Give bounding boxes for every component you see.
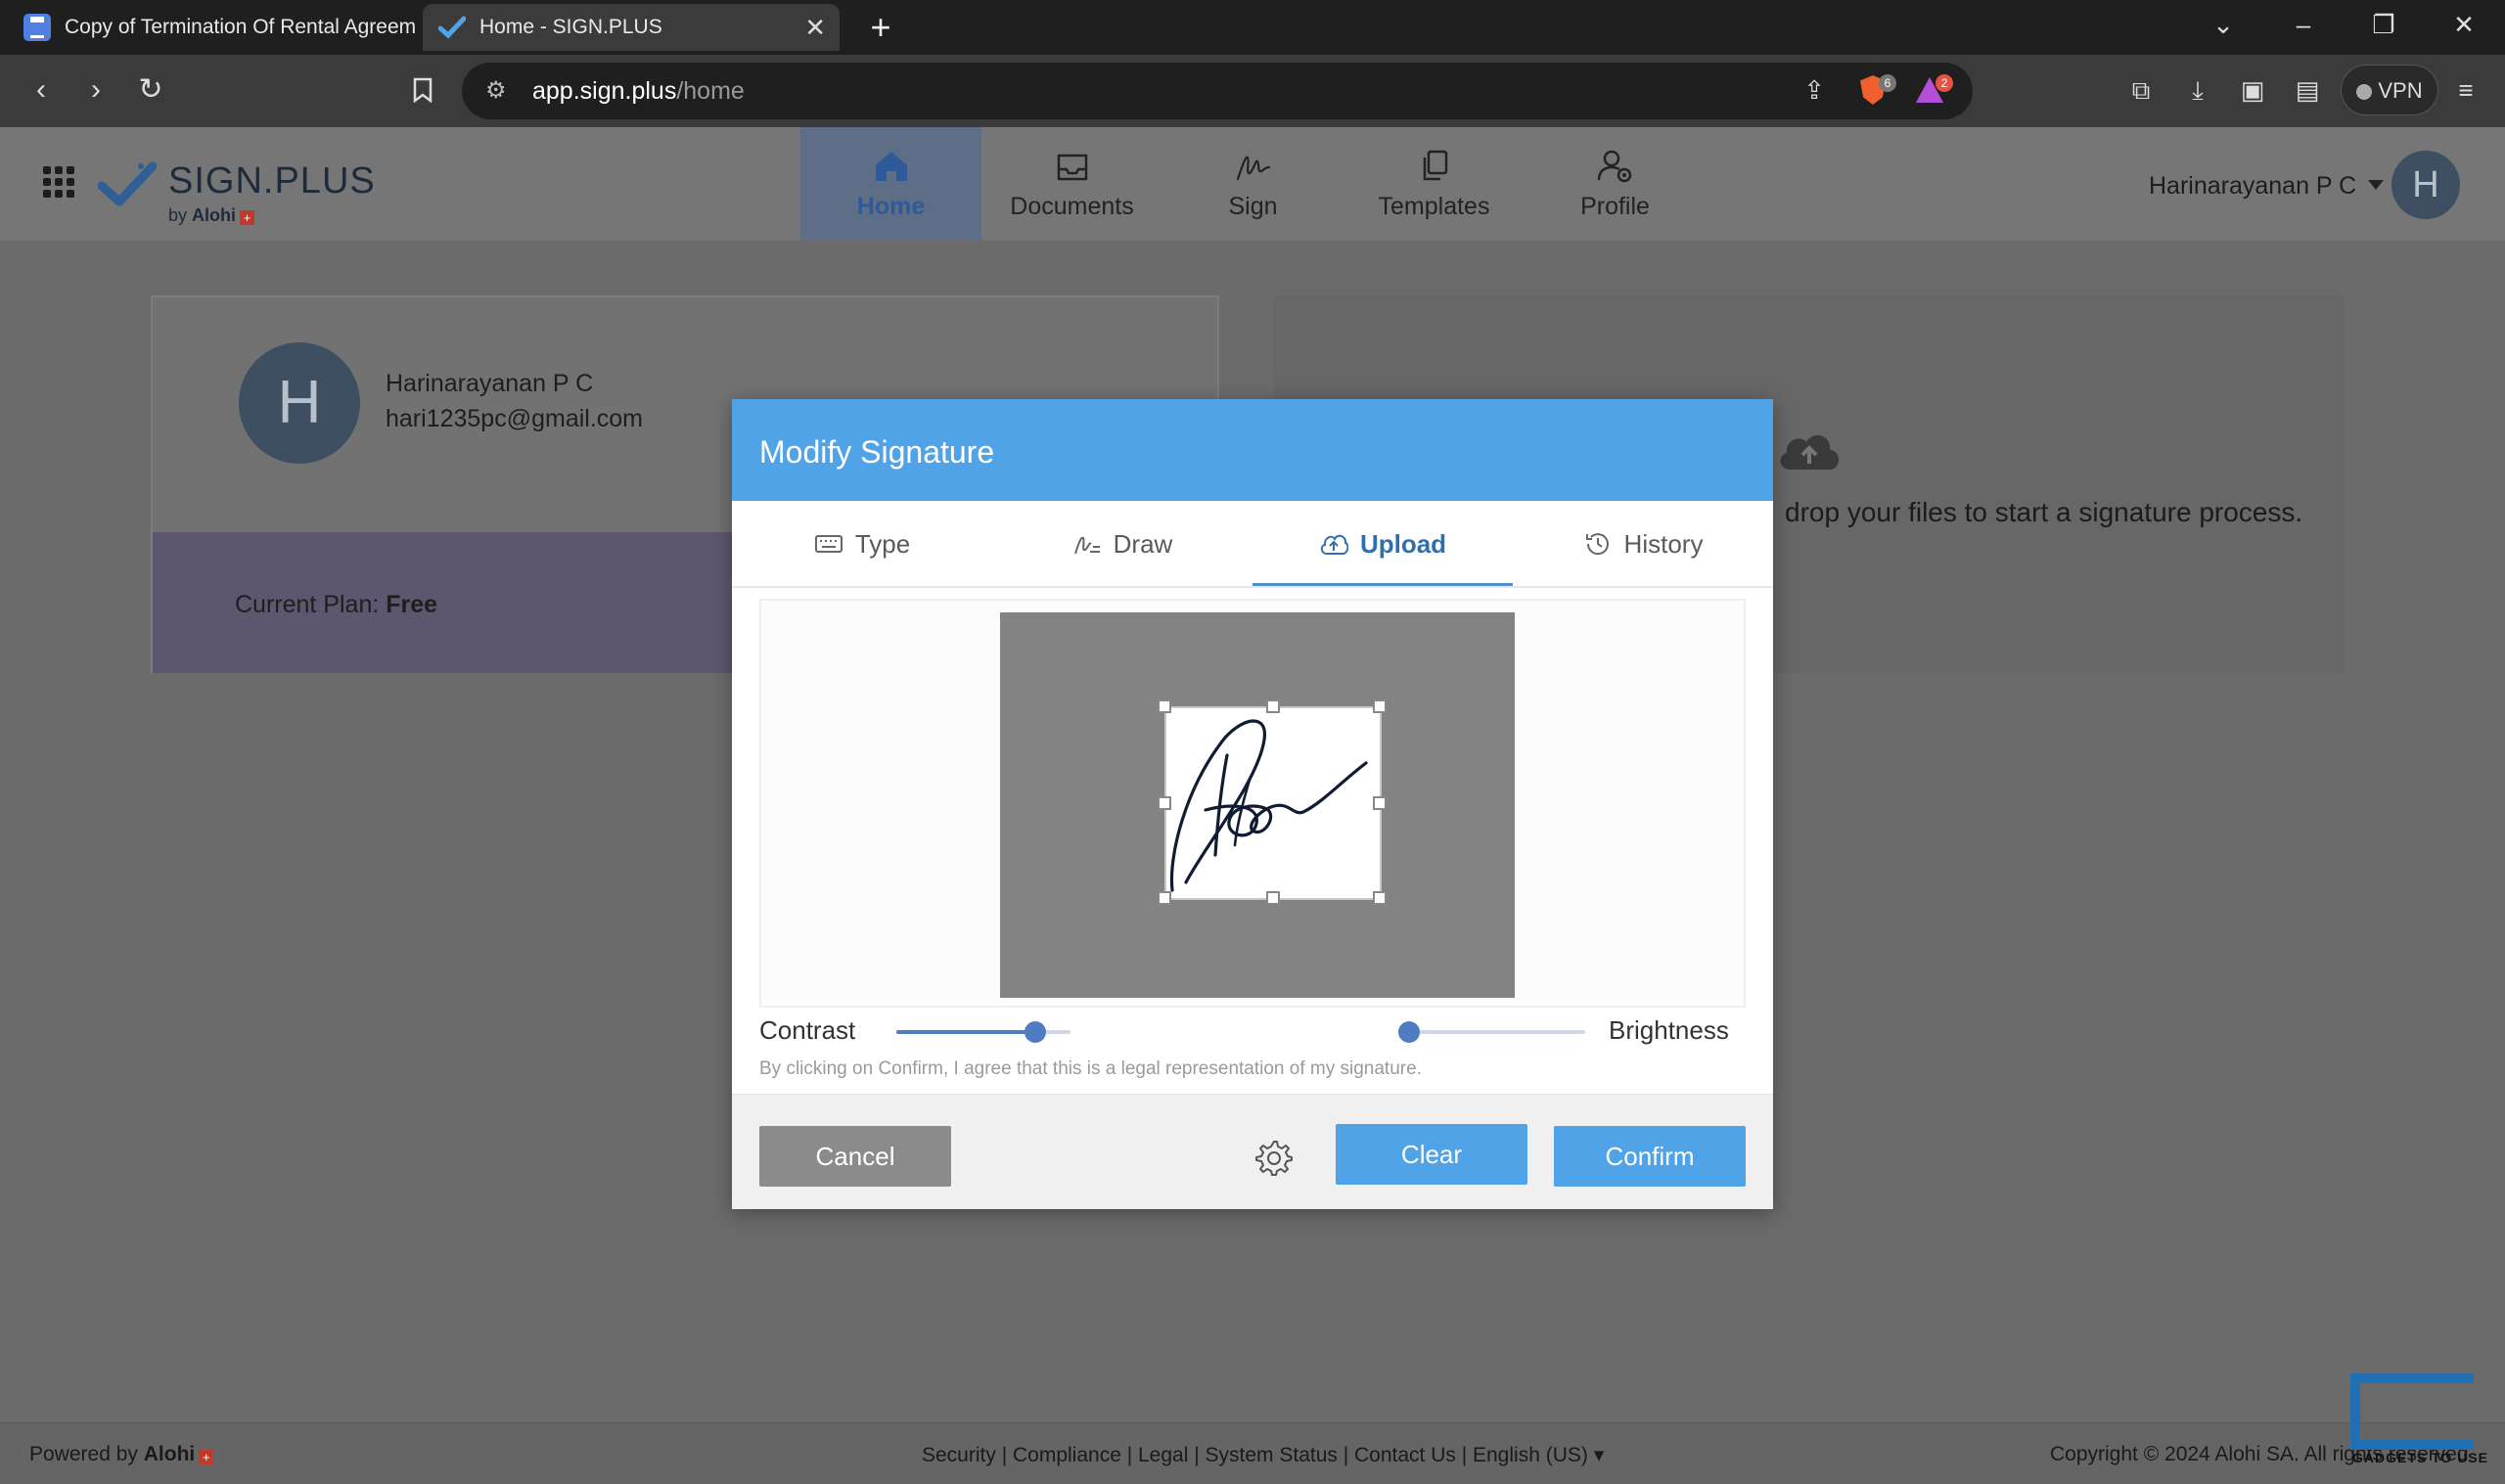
profile-avatar: H bbox=[239, 342, 360, 464]
tab-search-icon[interactable]: ⌄ bbox=[2204, 10, 2243, 40]
signplus-favicon-icon bbox=[438, 14, 466, 41]
crop-handle-bottom-left[interactable] bbox=[1158, 891, 1171, 905]
image-editor bbox=[759, 599, 1746, 1008]
tab-upload[interactable]: Upload bbox=[1252, 501, 1513, 587]
cloud-upload-icon bbox=[1320, 534, 1348, 555]
minimize-icon[interactable]: – bbox=[2284, 10, 2323, 40]
nav-sign[interactable]: Sign bbox=[1162, 127, 1344, 241]
crop-handle-top-left[interactable] bbox=[1158, 699, 1171, 713]
watermark-logo: GADGETS TO USE bbox=[2350, 1373, 2487, 1471]
main-nav: Home Documents Sign Templates Profile bbox=[800, 127, 1706, 241]
user-menu[interactable]: Harinarayanan P C bbox=[2149, 172, 2385, 201]
browser-tab-bar: Copy of Termination Of Rental Agreem Hom… bbox=[0, 0, 2505, 55]
browser-tab-signplus[interactable]: Home - SIGN.PLUS ✕ bbox=[423, 4, 840, 51]
browser-tab-docs[interactable]: Copy of Termination Of Rental Agreem bbox=[8, 4, 419, 51]
crop-box[interactable] bbox=[1158, 699, 1387, 905]
nav-templates[interactable]: Templates bbox=[1344, 127, 1525, 241]
powered-by: Powered by Alohi + bbox=[29, 1443, 214, 1466]
crop-handle-top-right[interactable] bbox=[1373, 699, 1387, 713]
share-icon[interactable]: ⇪ bbox=[1793, 68, 1836, 112]
crop-handle-left[interactable] bbox=[1158, 796, 1171, 810]
nav-profile[interactable]: Profile bbox=[1525, 127, 1706, 241]
dialog-header: Modify Signature bbox=[732, 399, 1773, 501]
logo-name: SIGN.PLUS bbox=[168, 160, 376, 202]
tab-title: Home - SIGN.PLUS bbox=[479, 16, 662, 38]
adjustment-sliders: Contrast Brightness bbox=[759, 1012, 1746, 1051]
brave-rewards-icon[interactable]: 2 bbox=[1908, 68, 1953, 112]
signature-icon bbox=[1236, 156, 1270, 180]
footer-links[interactable]: Security | Compliance | Legal | System S… bbox=[922, 1443, 1604, 1467]
profile-name: Harinarayanan P C bbox=[386, 370, 594, 397]
extensions-icon[interactable]: ⧉ bbox=[2119, 68, 2163, 112]
logo-check-icon bbox=[98, 161, 157, 206]
menu-icon[interactable]: ≡ bbox=[2444, 68, 2487, 112]
tab-divider bbox=[732, 586, 1773, 588]
app-header: SIGN.PLUS by Alohi + Home Documents Sign … bbox=[0, 127, 2505, 241]
contrast-slider-thumb[interactable] bbox=[1025, 1021, 1046, 1043]
restore-icon[interactable]: ❐ bbox=[2364, 10, 2403, 40]
plan-text: Current Plan: Free bbox=[235, 591, 438, 618]
url-text: app.sign.plus/home bbox=[532, 77, 745, 105]
bookmark-icon[interactable] bbox=[401, 68, 444, 112]
avatar[interactable]: H bbox=[2391, 151, 2460, 219]
image-canvas bbox=[1000, 612, 1515, 998]
tab-draw[interactable]: Draw bbox=[992, 501, 1252, 587]
user-gear-icon bbox=[1597, 150, 1631, 182]
dropzone-text: drop your files to start a signature pro… bbox=[1785, 497, 2303, 527]
close-tab-icon[interactable]: ✕ bbox=[804, 13, 826, 43]
logo-byline: by Alohi + bbox=[168, 205, 255, 226]
site-settings-icon[interactable]: ⚙ bbox=[485, 76, 507, 105]
cloud-upload-icon bbox=[1780, 435, 1839, 470]
tab-history[interactable]: History bbox=[1513, 501, 1773, 587]
nav-documents[interactable]: Documents bbox=[981, 127, 1162, 241]
gear-icon[interactable] bbox=[1254, 1138, 1294, 1177]
apps-grid-icon[interactable] bbox=[43, 166, 74, 198]
browser-toolbar: ‹ › ↻ ⚙ app.sign.plus/home ⇪ 6 2 ⧉ ⤓ ▣ ▤… bbox=[0, 55, 2505, 127]
chevron-down-icon: ▾ bbox=[1593, 1444, 1605, 1466]
brightness-slider-thumb[interactable] bbox=[1398, 1021, 1420, 1043]
forward-icon[interactable]: › bbox=[74, 68, 117, 112]
keyboard-icon bbox=[814, 535, 843, 553]
inbox-icon bbox=[1057, 154, 1087, 180]
contrast-label: Contrast bbox=[759, 1015, 856, 1045]
home-icon bbox=[875, 151, 907, 181]
signature-image bbox=[1169, 719, 1368, 892]
clear-button[interactable]: Clear bbox=[1336, 1124, 1527, 1185]
tab-type[interactable]: Type bbox=[732, 501, 992, 587]
new-tab-button[interactable]: + bbox=[861, 8, 900, 47]
draw-icon bbox=[1073, 536, 1100, 555]
downloads-icon[interactable]: ⤓ bbox=[2176, 68, 2219, 112]
brave-shields-icon[interactable]: 6 bbox=[1851, 68, 1896, 112]
page-footer: Powered by Alohi + Security | Compliance … bbox=[0, 1422, 2505, 1484]
confirm-button[interactable]: Confirm bbox=[1554, 1126, 1746, 1187]
back-icon[interactable]: ‹ bbox=[20, 68, 63, 112]
tab-title: Copy of Termination Of Rental Agreem bbox=[65, 16, 417, 38]
brightness-slider[interactable] bbox=[1398, 1021, 1585, 1043]
vpn-button[interactable]: VPN bbox=[2341, 65, 2438, 115]
crop-handle-bottom-right[interactable] bbox=[1373, 891, 1387, 905]
contrast-slider[interactable] bbox=[896, 1021, 1070, 1043]
copy-icon bbox=[1423, 150, 1447, 180]
dialog-footer: Cancel Clear Confirm bbox=[732, 1094, 1773, 1209]
wallet-icon[interactable]: ▤ bbox=[2286, 68, 2329, 112]
history-icon bbox=[1585, 533, 1609, 556]
crop-handle-top[interactable] bbox=[1266, 699, 1280, 713]
brightness-label: Brightness bbox=[1609, 1015, 1729, 1045]
reload-icon[interactable]: ↻ bbox=[129, 68, 172, 112]
profile-email: hari1235pc@gmail.com bbox=[386, 405, 644, 432]
signature-tabs: Type Draw Upload History bbox=[732, 501, 1773, 587]
modify-signature-dialog: Modify Signature Type Draw Upload Histor… bbox=[732, 399, 1773, 1209]
sidebar-icon[interactable]: ▣ bbox=[2231, 68, 2274, 112]
crop-handle-bottom[interactable] bbox=[1266, 891, 1280, 905]
dialog-title: Modify Signature bbox=[759, 434, 995, 470]
chevron-down-icon bbox=[2368, 180, 2385, 190]
google-docs-icon bbox=[23, 14, 51, 41]
cancel-button[interactable]: Cancel bbox=[759, 1126, 951, 1187]
close-window-icon[interactable]: ✕ bbox=[2444, 10, 2483, 40]
address-bar[interactable]: ⚙ app.sign.plus/home ⇪ 6 2 bbox=[462, 63, 1973, 119]
legal-disclaimer: By clicking on Confirm, I agree that thi… bbox=[759, 1058, 1422, 1079]
nav-home[interactable]: Home bbox=[800, 127, 981, 241]
crop-handle-right[interactable] bbox=[1373, 796, 1387, 810]
